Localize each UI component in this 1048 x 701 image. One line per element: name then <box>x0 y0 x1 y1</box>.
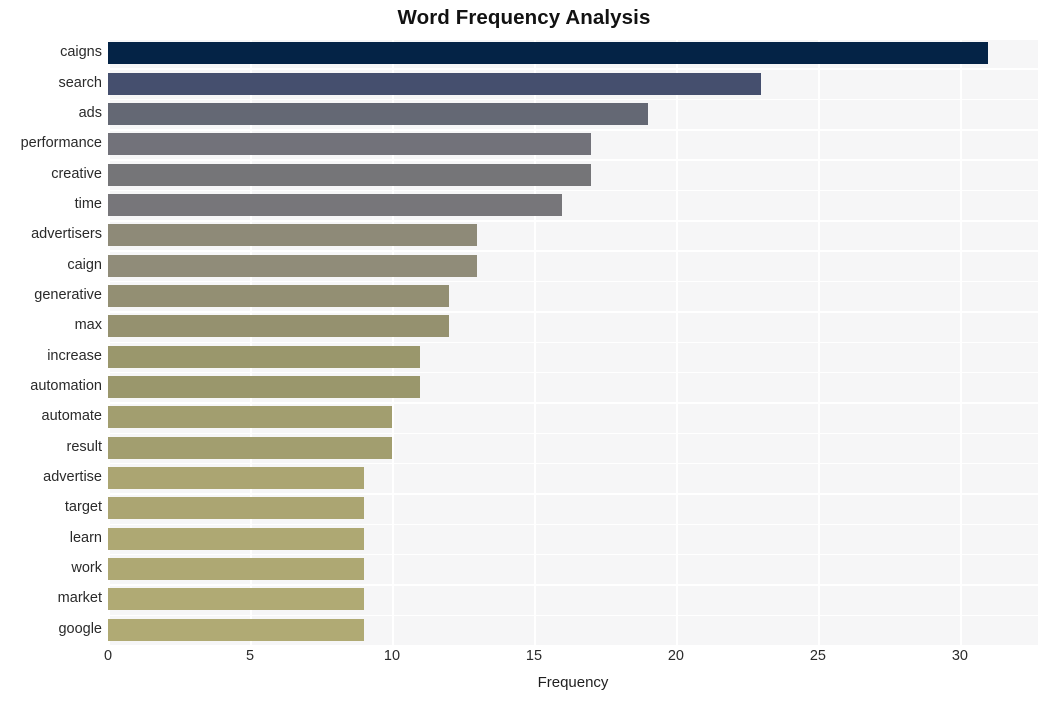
bar-learn[interactable] <box>108 527 364 550</box>
bar-row <box>108 588 1038 611</box>
bar-row <box>108 315 1038 338</box>
x-tick-label-5: 5 <box>245 648 255 664</box>
x-tick-label-10: 10 <box>383 648 401 664</box>
bar-caigns[interactable] <box>108 42 989 65</box>
y-tick-label-caign: caign <box>67 256 102 273</box>
bar-advertisers[interactable] <box>108 224 478 247</box>
bar-google[interactable] <box>108 618 364 641</box>
y-tick-label-increase: increase <box>47 347 102 364</box>
bar-creative[interactable] <box>108 163 591 186</box>
y-tick-label-advertisers: advertisers <box>31 226 102 243</box>
bar-work[interactable] <box>108 558 364 581</box>
bar-increase[interactable] <box>108 345 421 368</box>
x-axis-tick-labels: 0 5 10 15 20 25 30 <box>104 648 1038 672</box>
chart-title: Word Frequency Analysis <box>397 6 651 29</box>
y-tick-label-market: market <box>57 590 102 607</box>
x-tick-label-15: 15 <box>525 648 543 664</box>
y-tick-label-max: max <box>74 317 102 334</box>
y-tick-label-generative: generative <box>34 286 102 303</box>
y-tick-label-automate: automate <box>41 408 102 425</box>
bar-row <box>108 618 1038 641</box>
y-tick-label-ads: ads <box>78 104 102 121</box>
y-tick-label-advertise: advertise <box>43 469 102 486</box>
y-tick-label-learn: learn <box>69 529 102 546</box>
bar-row <box>108 497 1038 520</box>
y-tick-label-search: search <box>58 74 102 91</box>
y-tick-label-work: work <box>71 560 102 577</box>
bar-automate[interactable] <box>108 406 392 429</box>
bar-target[interactable] <box>108 497 364 520</box>
plot-area <box>108 38 1038 647</box>
y-tick-label-caigns: caigns <box>60 44 102 61</box>
bar-generative[interactable] <box>108 284 449 307</box>
bar-row <box>108 72 1038 95</box>
y-tick-label-result: result <box>66 438 102 455</box>
gridline-horizontal <box>108 645 1038 647</box>
bar-row <box>108 436 1038 459</box>
bar-series <box>108 38 1038 645</box>
y-tick-label-creative: creative <box>51 165 102 182</box>
bar-result[interactable] <box>108 436 392 459</box>
bar-row <box>108 193 1038 216</box>
x-axis-title: Frequency <box>537 674 609 691</box>
x-tick-label-25: 25 <box>809 648 826 664</box>
y-tick-label-target: target <box>64 499 102 516</box>
bar-max[interactable] <box>108 315 449 338</box>
y-tick-label-time: time <box>74 195 102 212</box>
bar-row <box>108 42 1038 65</box>
bar-row <box>108 133 1038 156</box>
bar-row <box>108 527 1038 550</box>
bar-market[interactable] <box>108 588 364 611</box>
bar-automation[interactable] <box>108 376 421 399</box>
bar-advertise[interactable] <box>108 467 364 490</box>
y-tick-label-google: google <box>58 620 102 637</box>
bar-caign[interactable] <box>108 254 478 277</box>
bar-row <box>108 102 1038 125</box>
bar-ads[interactable] <box>108 102 648 125</box>
x-tick-label-0: 0 <box>103 648 113 664</box>
x-tick-label-20: 20 <box>667 648 685 664</box>
x-tick-label-30: 30 <box>951 648 968 664</box>
bar-row <box>108 467 1038 490</box>
bar-row <box>108 254 1038 277</box>
word-frequency-chart-figure: Word Frequency Analysis caigns search ads p… <box>0 0 1048 701</box>
bar-time[interactable] <box>108 193 563 216</box>
y-tick-label-automation: automation <box>30 378 102 395</box>
bar-row <box>108 345 1038 368</box>
bar-row <box>108 558 1038 581</box>
bar-performance[interactable] <box>108 133 591 156</box>
y-axis-tick-labels: caigns search ads performance creative time ad… <box>0 38 102 645</box>
bar-row <box>108 284 1038 307</box>
bar-row <box>108 224 1038 247</box>
bar-row <box>108 406 1038 429</box>
y-tick-label-performance: performance <box>20 135 102 152</box>
bar-row <box>108 376 1038 399</box>
bar-search[interactable] <box>108 72 762 95</box>
bar-row <box>108 163 1038 186</box>
